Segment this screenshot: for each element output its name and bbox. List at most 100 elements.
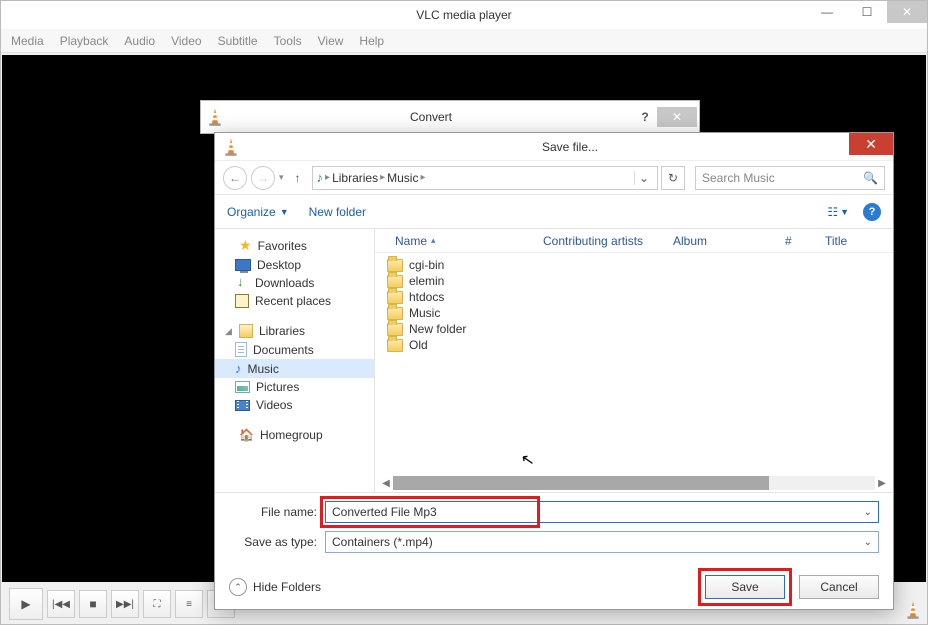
menu-playback[interactable]: Playback	[60, 34, 109, 48]
folder-icon	[387, 307, 403, 320]
help-button[interactable]: ?	[633, 110, 657, 124]
tree-item-documents[interactable]: Documents	[215, 340, 374, 359]
save-nav: ← → ▾ ↑ ♪ ▸ Libraries ▸ Music ▸ ⌄ ↻ Sear…	[215, 161, 893, 195]
col-number[interactable]: #	[777, 234, 817, 248]
chevron-down-icon[interactable]: ⌄	[864, 537, 872, 548]
picture-icon	[235, 381, 250, 393]
save-button[interactable]: Save	[705, 575, 785, 599]
help-button[interactable]: ?	[863, 203, 881, 221]
list-item[interactable]: htdocs	[375, 289, 893, 305]
horizontal-scrollbar[interactable]: ◀ ▶	[375, 474, 893, 492]
up-button[interactable]: ↑	[288, 168, 308, 188]
menu-tools[interactable]: Tools	[274, 34, 302, 48]
maximize-button[interactable]: ☐	[847, 1, 887, 23]
next-button[interactable]: ▶▶|	[111, 590, 139, 618]
menu-view[interactable]: View	[318, 34, 344, 48]
folder-icon	[387, 291, 403, 304]
hide-folders-button[interactable]: ⌃ Hide Folders	[229, 578, 321, 596]
chevron-down-icon[interactable]: ⌄	[864, 507, 872, 518]
breadcrumb-dropdown[interactable]: ⌄	[634, 171, 653, 185]
breadcrumb-music[interactable]: Music	[387, 171, 418, 185]
list-item[interactable]: Old	[375, 337, 893, 353]
scroll-track[interactable]	[393, 476, 875, 490]
back-button[interactable]: ←	[223, 166, 247, 190]
col-contributing[interactable]: Contributing artists	[535, 234, 665, 248]
save-fields: File name: Converted File Mp3 ⌄ Save as …	[215, 492, 893, 565]
breadcrumb[interactable]: ♪ ▸ Libraries ▸ Music ▸ ⌄	[312, 166, 658, 190]
view-icon: ☷	[827, 205, 838, 219]
prev-button[interactable]: |◀◀	[47, 590, 75, 618]
file-pane: Name▴ Contributing artists Album # Title…	[375, 229, 893, 492]
filename-input[interactable]: Converted File Mp3 ⌄	[325, 501, 879, 523]
search-input[interactable]: Search Music 🔍	[695, 166, 885, 190]
desktop-icon	[235, 259, 251, 271]
tree-item-music[interactable]: ♪Music	[215, 359, 374, 378]
file-list: cgi-bin elemin htdocs Music New folder O…	[375, 253, 893, 474]
tree-item-videos[interactable]: Videos	[215, 396, 374, 414]
column-headers: Name▴ Contributing artists Album # Title	[375, 229, 893, 253]
recent-dropdown-icon[interactable]: ▾	[279, 172, 284, 183]
search-placeholder: Search Music	[702, 171, 775, 185]
save-file-dialog: Save file... ✕ ← → ▾ ↑ ♪ ▸ Libraries ▸ M…	[214, 132, 894, 610]
menu-audio[interactable]: Audio	[124, 34, 155, 48]
tree-item-desktop[interactable]: Desktop	[215, 256, 374, 274]
col-album[interactable]: Album	[665, 234, 777, 248]
video-icon	[235, 400, 250, 411]
col-title[interactable]: Title	[817, 234, 881, 248]
saveas-select[interactable]: Containers (*.mp4) ⌄	[325, 531, 879, 553]
minimize-button[interactable]: —	[807, 1, 847, 23]
chevron-right-icon: ▸	[420, 172, 425, 183]
tree-libraries[interactable]: ◢Libraries	[215, 322, 374, 340]
saveas-label: Save as type:	[229, 535, 325, 549]
vlc-cone-icon	[207, 107, 223, 127]
list-item[interactable]: Music	[375, 305, 893, 321]
scroll-right-icon[interactable]: ▶	[875, 476, 889, 490]
fullscreen-button[interactable]: ⛶	[143, 590, 171, 618]
document-icon	[235, 342, 247, 357]
folder-icon	[387, 275, 403, 288]
menu-subtitle[interactable]: Subtitle	[218, 34, 258, 48]
tree-item-downloads[interactable]: Downloads	[215, 274, 374, 292]
save-titlebar: Save file... ✕	[215, 133, 893, 161]
cancel-button[interactable]: Cancel	[799, 575, 879, 599]
menu-video[interactable]: Video	[171, 34, 201, 48]
refresh-button[interactable]: ↻	[661, 166, 685, 190]
col-name[interactable]: Name▴	[387, 234, 535, 248]
forward-button[interactable]: →	[251, 166, 275, 190]
homegroup-icon: 🏠	[239, 428, 254, 442]
save-toolbar: Organize ▼ New folder ☷ ▼ ?	[215, 195, 893, 229]
filename-label: File name:	[229, 505, 325, 519]
scroll-thumb[interactable]	[393, 476, 769, 490]
scroll-left-icon[interactable]: ◀	[379, 476, 393, 490]
save-title: Save file...	[247, 140, 893, 154]
convert-dialog: Convert ? ✕	[200, 100, 700, 134]
vlc-titlebar: VLC media player — ☐ ✕	[1, 1, 927, 29]
tree-favorites[interactable]: ★Favorites	[215, 235, 374, 256]
search-icon: 🔍	[863, 171, 878, 185]
menu-media[interactable]: Media	[11, 34, 44, 48]
menu-help[interactable]: Help	[359, 34, 384, 48]
vlc-cone-icon	[905, 600, 921, 620]
organize-button[interactable]: Organize ▼	[227, 205, 289, 219]
chevron-down-icon: ▼	[840, 207, 849, 217]
breadcrumb-libraries[interactable]: Libraries	[332, 171, 378, 185]
close-button[interactable]: ✕	[657, 107, 697, 127]
playlist-button[interactable]: ≡	[175, 590, 203, 618]
tree-item-recent[interactable]: Recent places	[215, 292, 374, 310]
folder-icon	[387, 323, 403, 336]
new-folder-button[interactable]: New folder	[309, 205, 366, 219]
convert-title: Convert	[229, 110, 633, 124]
close-button[interactable]: ✕	[849, 133, 893, 155]
tree-item-pictures[interactable]: Pictures	[215, 378, 374, 396]
list-item[interactable]: New folder	[375, 321, 893, 337]
tree-homegroup[interactable]: 🏠Homegroup	[215, 426, 374, 444]
list-item[interactable]: cgi-bin	[375, 257, 893, 273]
folder-icon	[387, 259, 403, 272]
stop-button[interactable]: ■	[79, 590, 107, 618]
close-button[interactable]: ✕	[887, 1, 927, 23]
view-button[interactable]: ☷ ▼	[827, 205, 849, 219]
list-item[interactable]: elemin	[375, 273, 893, 289]
vlc-cone-icon	[223, 137, 239, 157]
play-button[interactable]: ▶	[9, 588, 43, 620]
folder-icon	[387, 339, 403, 352]
